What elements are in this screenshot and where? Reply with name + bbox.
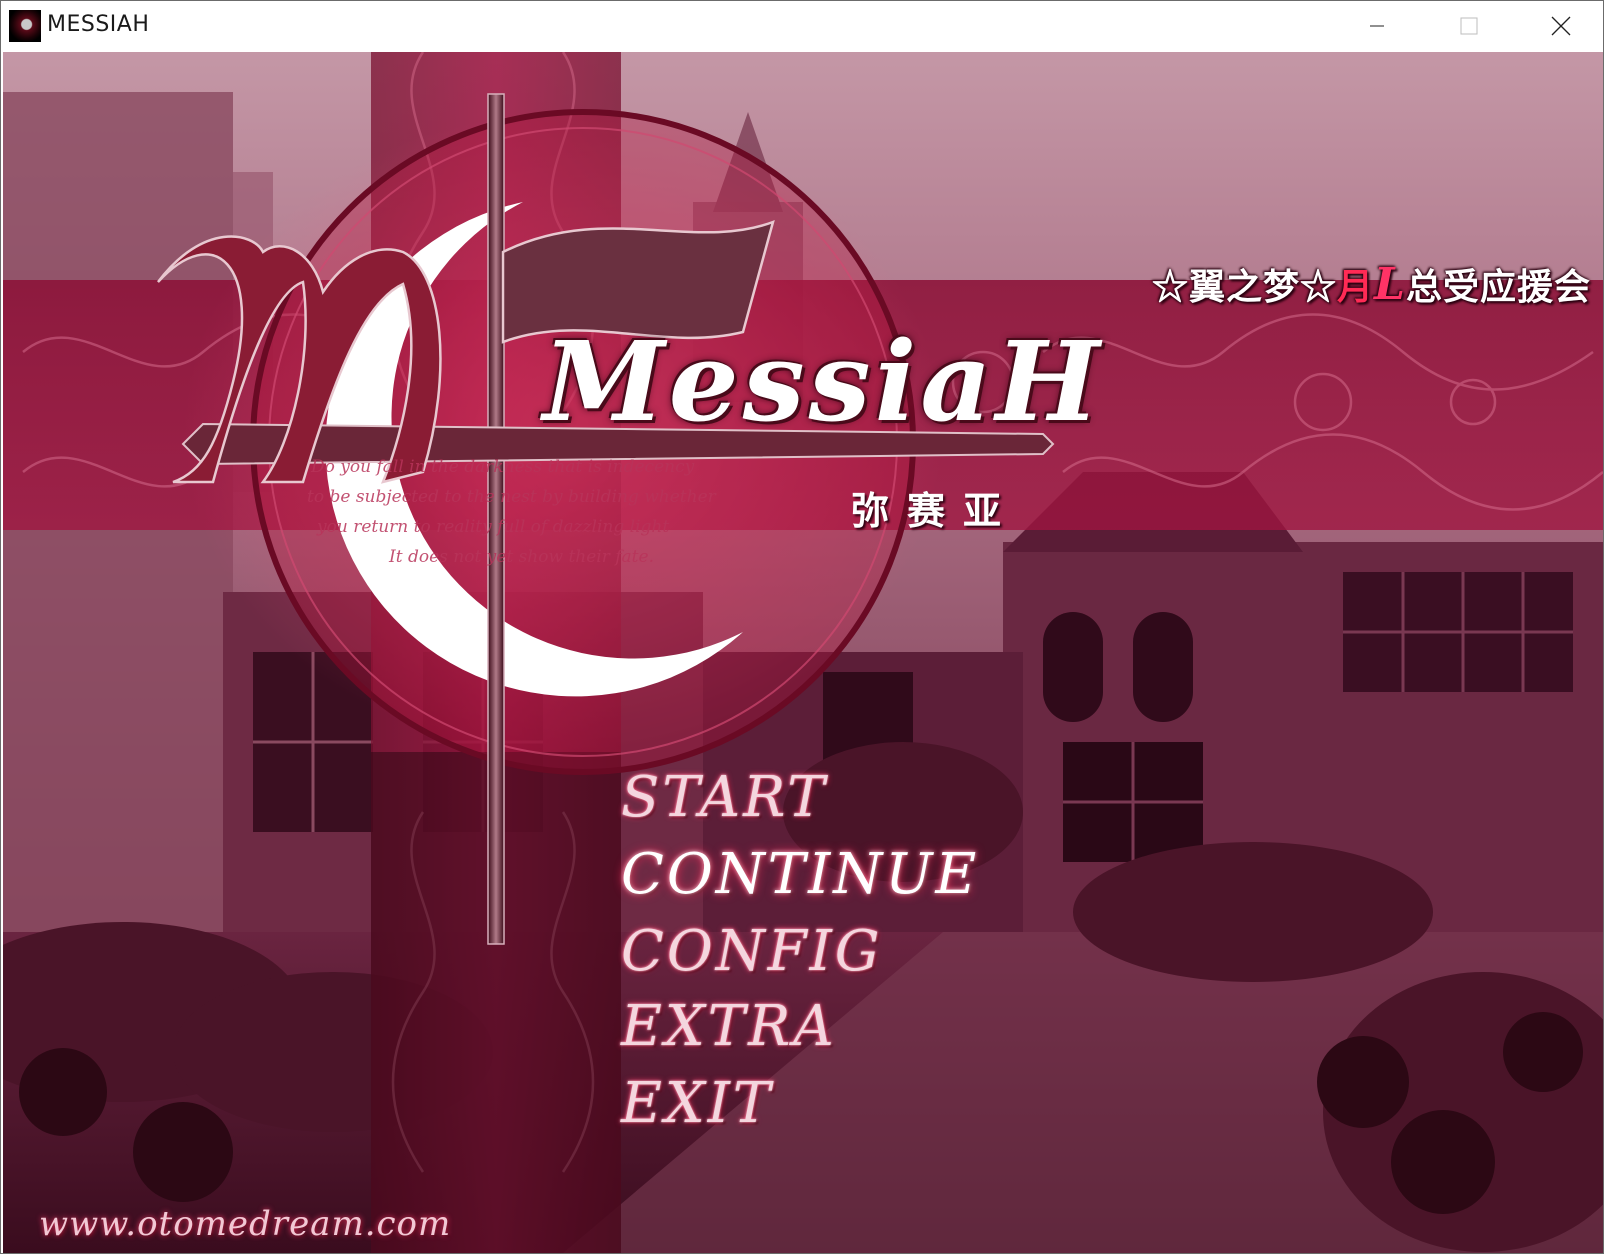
- maximize-icon: [1460, 17, 1478, 35]
- game-viewport: Do you fall in the darkness that is inde…: [3, 52, 1603, 1253]
- menu-config[interactable]: CONFIG: [621, 924, 882, 980]
- game-logo-chinese: 弥赛亚: [851, 488, 1020, 533]
- close-button[interactable]: [1515, 1, 1603, 51]
- menu-continue[interactable]: CONTINUE: [621, 847, 979, 903]
- poem-line: you return to reality full of dazzling l…: [317, 517, 670, 537]
- banner-prefix: ☆翼之梦☆: [1152, 266, 1338, 308]
- banner-ell: L: [1374, 259, 1406, 310]
- minimize-icon: [1370, 25, 1384, 27]
- banner-moon: 月: [1337, 266, 1375, 308]
- title-screen-background: [3, 52, 1603, 1253]
- website-url: www.otomedream.com: [39, 1204, 452, 1244]
- translation-group-banner: ☆翼之梦☆月L总受应援会: [1152, 258, 1591, 310]
- menu-start[interactable]: START: [621, 770, 828, 826]
- maximize-button[interactable]: [1423, 1, 1515, 51]
- banner-suffix: 总受应援会: [1405, 266, 1591, 308]
- menu-extra[interactable]: EXTRA: [621, 999, 837, 1055]
- minimize-button[interactable]: [1331, 1, 1423, 51]
- close-icon: [1551, 16, 1571, 36]
- window-title: MESSIAH: [47, 12, 150, 37]
- title-bar[interactable]: MESSIAH: [1, 1, 1603, 51]
- poem-line: Do you fall in the darkness that is inde…: [311, 457, 695, 477]
- menu-exit[interactable]: EXIT: [621, 1076, 773, 1132]
- messiah-app-icon: [9, 10, 41, 42]
- game-window: MESSIAH Do you fall in the darkness that…: [0, 0, 1604, 1254]
- poem-line: It does not yet show their fate.: [389, 547, 654, 567]
- poem-line: to be subjected to the nest by building …: [307, 487, 716, 507]
- game-logo: MessiaH: [543, 317, 1104, 446]
